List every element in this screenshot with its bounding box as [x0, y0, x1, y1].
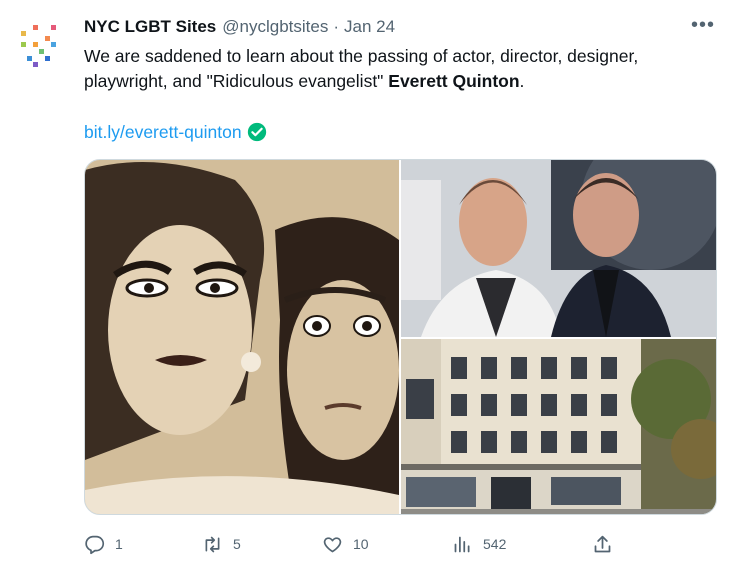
retweet-count: 5: [233, 536, 241, 552]
tweet-text: We are saddened to learn about the passi…: [84, 44, 714, 94]
two-men-photo[interactable]: [401, 160, 716, 337]
header-separator: ·: [333, 17, 339, 36]
author-name[interactable]: NYC LGBT Sites: [84, 17, 216, 37]
tweet-link[interactable]: bit.ly/everett-quinton: [84, 122, 242, 143]
reply-count: 1: [115, 536, 123, 552]
tweet-text-bold: Everett Quinton: [388, 71, 520, 91]
share-icon: [594, 535, 611, 552]
reply-icon: [85, 535, 105, 554]
sepia-portrait-photo[interactable]: [85, 160, 399, 514]
check-badge-icon: [247, 122, 266, 142]
link-row: bit.ly/everett-quinton: [84, 120, 267, 144]
tweet-date[interactable]: Jan 24: [344, 17, 395, 37]
like-button[interactable]: 10: [322, 530, 369, 558]
media-grid: [84, 159, 717, 515]
views-icon: [454, 536, 470, 552]
more-icon: •••: [690, 13, 715, 36]
heart-icon: [323, 536, 342, 552]
building-image: [401, 339, 716, 514]
author-handle[interactable]: @nyclgbtsites: [222, 17, 328, 37]
retweet-icon: [205, 536, 220, 552]
action-bar: 1 5 10 542: [84, 530, 624, 558]
reply-button[interactable]: 1: [84, 530, 123, 558]
more-options-button[interactable]: •••: [688, 10, 718, 40]
avatar[interactable]: [18, 22, 60, 68]
share-button[interactable]: [592, 530, 613, 558]
like-count: 10: [353, 536, 369, 552]
sepia-portrait-image: [85, 160, 399, 514]
building-photo[interactable]: [401, 339, 716, 514]
two-men-image: [401, 160, 716, 337]
tweet-text-body: We are saddened to learn about the passi…: [84, 46, 639, 91]
views-button[interactable]: 542: [452, 530, 506, 558]
retweet-button[interactable]: 5: [202, 530, 241, 558]
views-count: 542: [483, 536, 507, 552]
tweet-text-end: .: [519, 71, 525, 91]
tweet-header: NYC LGBT Sites @nyclgbtsites · Jan 24: [84, 17, 395, 39]
